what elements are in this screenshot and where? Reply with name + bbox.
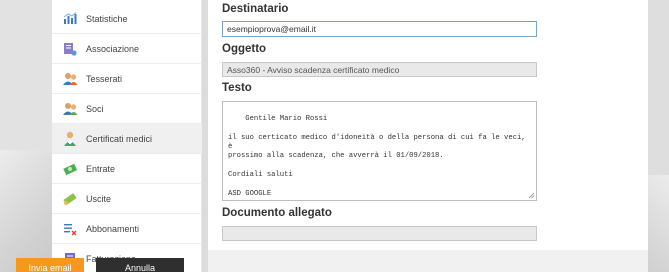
- sidebar-item-label: Statistiche: [86, 13, 128, 24]
- subject-field: Asso360 - Avviso scadenza certificato me…: [222, 62, 537, 77]
- recipient-label: Destinatario: [222, 3, 289, 15]
- sidebar-item-entrate[interactable]: Entrate: [52, 154, 202, 184]
- background-left: [0, 0, 52, 272]
- background-shape: [0, 150, 52, 272]
- partners-icon: [62, 101, 78, 117]
- sidebar-item-label: Entrate: [86, 163, 116, 174]
- form-footer: [208, 250, 648, 272]
- sidebar-item-associazione[interactable]: Associazione: [52, 34, 202, 64]
- background-shape: [648, 175, 669, 272]
- body-text: Gentile Mario Rossi il suo certicato med…: [228, 115, 526, 198]
- sidebar-item-statistiche[interactable]: Statistiche: [52, 4, 202, 34]
- doctor-icon: [62, 131, 78, 147]
- sidebar-item-label: Tesserati: [86, 73, 123, 84]
- background-right: [648, 0, 669, 272]
- subscriptions-icon: [62, 221, 78, 237]
- send-email-button[interactable]: Invia email: [16, 258, 84, 272]
- members-icon: [62, 71, 78, 87]
- sidebar-item-certificati-medici[interactable]: Certificati medici: [52, 124, 202, 154]
- sidebar-item-uscite[interactable]: Uscite: [52, 184, 202, 214]
- sidebar-item-soci[interactable]: Soci: [52, 94, 202, 124]
- sidebar-item-label: Uscite: [86, 193, 112, 204]
- sidebar-item-abbonamenti[interactable]: Abbonamenti: [52, 214, 202, 244]
- sidebar-item-label: Associazione: [86, 43, 140, 54]
- resize-grip-icon[interactable]: [528, 192, 535, 199]
- email-form-panel: Destinatario esempioprova@email.it Ogget…: [208, 0, 648, 272]
- recipient-input[interactable]: esempioprova@email.it: [222, 21, 537, 37]
- sidebar-menu: Statistiche Associazione Tesserati Soci …: [52, 0, 202, 272]
- subject-label: Oggetto: [222, 43, 267, 55]
- bar-chart-icon: [62, 11, 78, 27]
- sidebar-item-label: Abbonamenti: [86, 223, 140, 234]
- expenses-icon: [62, 191, 78, 207]
- association-icon: [62, 41, 78, 57]
- attachment-label: Documento allegato: [222, 207, 332, 219]
- sidebar-item-label: Soci: [86, 103, 104, 114]
- body-label: Testo: [222, 82, 252, 94]
- income-icon: [62, 161, 78, 177]
- sidebar-item-label: Certificati medici: [86, 133, 153, 144]
- sidebar-item-tesserati[interactable]: Tesserati: [52, 64, 202, 94]
- body-textarea[interactable]: Gentile Mario Rossi il suo certicato med…: [222, 101, 537, 201]
- attachment-field[interactable]: [222, 226, 537, 241]
- cancel-button[interactable]: Annulla: [96, 258, 184, 272]
